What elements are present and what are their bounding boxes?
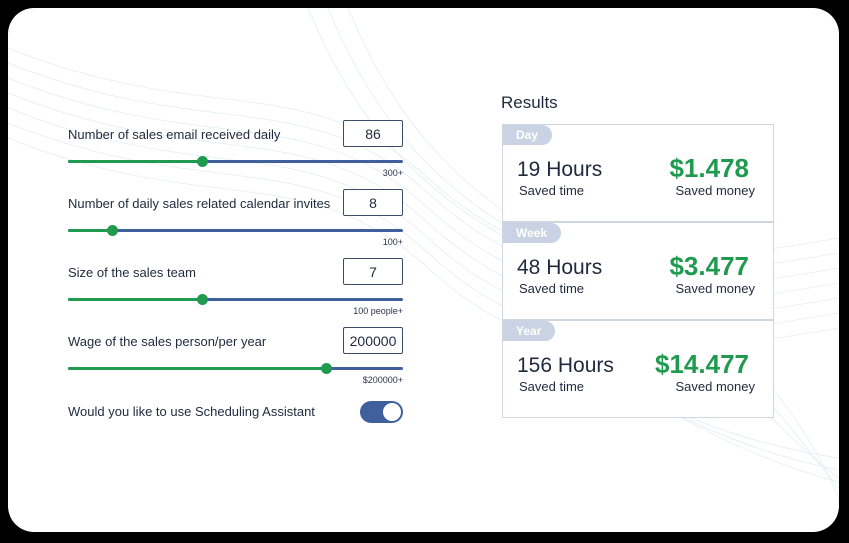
slider-thumb[interactable] xyxy=(197,156,208,167)
results-title: Results xyxy=(501,93,558,112)
slider-thumb[interactable] xyxy=(197,294,208,305)
slider-thumb[interactable] xyxy=(106,225,118,236)
slider-fill xyxy=(68,229,112,232)
hours-saved-caption: Saved time xyxy=(519,281,585,296)
result-card-week: Week 48 Hours Saved time $3.477 Saved mo… xyxy=(502,222,774,320)
hours-saved-caption: Saved time xyxy=(519,379,585,394)
wage-max-label: $200000+ xyxy=(362,375,403,385)
emails-max-label: 300+ xyxy=(382,168,403,178)
scheduling-assistant-label: Would you like to use Scheduling Assista… xyxy=(68,404,315,419)
wage-slider[interactable] xyxy=(68,363,403,374)
wage-input[interactable] xyxy=(343,327,403,354)
period-tag-day: Day xyxy=(503,125,553,145)
toggle-knob xyxy=(383,403,401,421)
money-saved-value: $1.478 xyxy=(669,153,749,183)
app-window: Number of sales email received daily 300… xyxy=(8,8,839,532)
result-card-day: Day 19 Hours Saved time $1.478 Saved mon… xyxy=(502,124,774,222)
result-card-year: Year 156 Hours Saved time $14.477 Saved … xyxy=(502,320,774,418)
money-saved-caption: Saved money xyxy=(675,379,756,394)
hours-saved-value: 19 Hours xyxy=(517,158,603,181)
emails-input[interactable] xyxy=(343,120,403,147)
team-size-max-label: 100 people+ xyxy=(353,306,403,316)
team-size-input[interactable] xyxy=(343,258,403,285)
money-saved-caption: Saved money xyxy=(675,183,756,198)
period-tag-year: Year xyxy=(503,321,556,341)
emails-label: Number of sales email received daily xyxy=(68,127,281,142)
hours-saved-value: 156 Hours xyxy=(517,354,614,377)
slider-track xyxy=(68,229,403,232)
scheduling-assistant-toggle[interactable] xyxy=(360,401,403,423)
team-size-slider[interactable] xyxy=(68,294,403,305)
money-saved-value: $14.477 xyxy=(655,349,749,379)
slider-fill xyxy=(68,367,326,370)
emails-slider[interactable] xyxy=(68,156,403,167)
invites-label: Number of daily sales related calendar i… xyxy=(68,196,331,211)
team-size-label: Size of the sales team xyxy=(68,265,196,280)
money-saved-value: $3.477 xyxy=(669,251,749,281)
invites-max-label: 100+ xyxy=(382,237,403,247)
invites-slider[interactable] xyxy=(68,225,403,236)
hours-saved-value: 48 Hours xyxy=(517,256,603,279)
roi-calculator: Number of sales email received daily 300… xyxy=(8,8,839,532)
money-saved-caption: Saved money xyxy=(675,281,756,296)
hours-saved-caption: Saved time xyxy=(519,183,585,198)
period-tag-week: Week xyxy=(503,223,562,243)
wage-label: Wage of the sales person/per year xyxy=(68,334,267,349)
invites-input[interactable] xyxy=(343,189,403,216)
slider-thumb[interactable] xyxy=(320,363,332,374)
slider-fill xyxy=(68,160,202,163)
slider-fill xyxy=(68,298,202,301)
